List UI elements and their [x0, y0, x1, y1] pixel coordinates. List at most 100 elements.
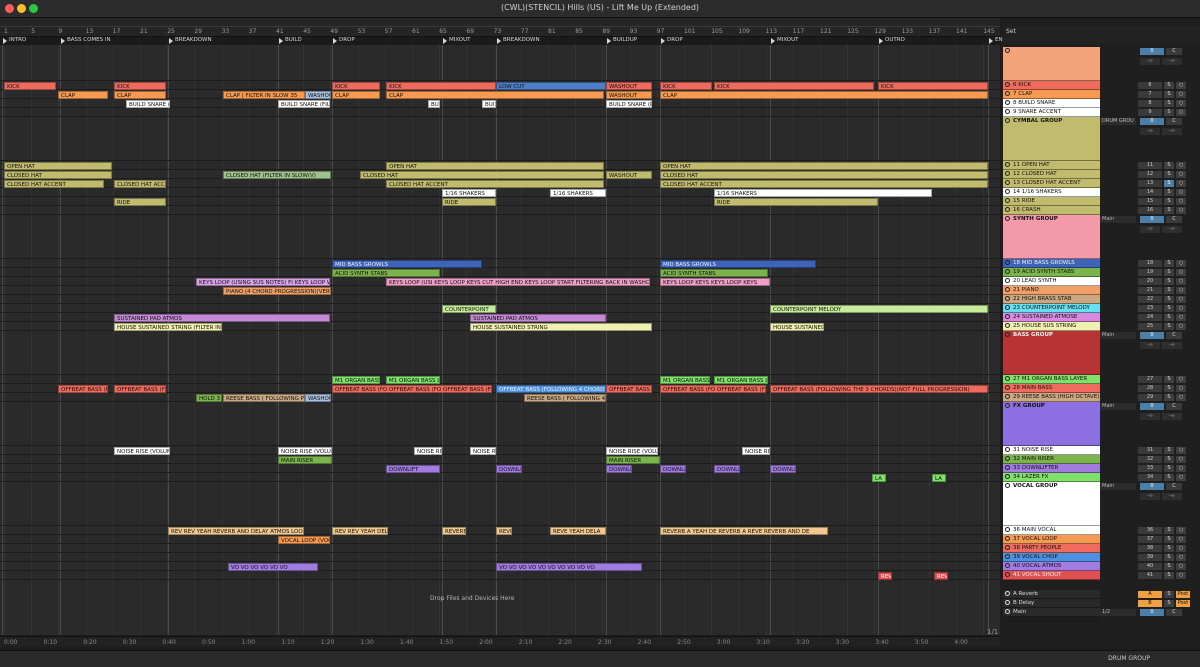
solo-button[interactable]: S	[1164, 545, 1174, 552]
track-activator-icon[interactable]	[1005, 198, 1010, 203]
clip[interactable]: BUILD SNARE (FI	[126, 99, 170, 108]
send-value[interactable]: -∞	[1162, 128, 1182, 135]
volume-value[interactable]: 0	[1140, 118, 1164, 125]
clip[interactable]: NOISE RISE	[414, 446, 442, 455]
track-header[interactable]: 16 CRASH	[1003, 206, 1100, 215]
solo-button[interactable]: S	[1164, 269, 1174, 276]
track-number-button[interactable]: 20	[1138, 278, 1162, 285]
clip[interactable]: CLOSED HAT (FILTER IN SLOW(V)	[223, 170, 331, 179]
clip[interactable]: NOISE RISE (VOLUM	[606, 446, 658, 455]
clip[interactable]: M1 ORGAN BASS LAYER	[386, 375, 440, 384]
track-number-button[interactable]: 21	[1138, 287, 1162, 294]
track-activator-icon[interactable]	[1005, 527, 1010, 532]
solo-button[interactable]: S	[1164, 198, 1174, 205]
arm-button[interactable]: ○	[1176, 287, 1186, 294]
track-header[interactable]: 22 HIGH BRASS STAB	[1003, 295, 1100, 304]
output-routing-select[interactable]: DRUM GROU	[1100, 118, 1136, 125]
track-header[interactable]: 38 PARTY PEOPLE	[1003, 544, 1100, 553]
send-value[interactable]: -∞	[1162, 58, 1182, 65]
track-number-button[interactable]: 32	[1138, 456, 1162, 463]
clip[interactable]: REV	[934, 571, 948, 580]
track-activator-icon[interactable]	[1005, 456, 1010, 461]
arm-button[interactable]: ○	[1176, 323, 1186, 330]
group-fold-icon[interactable]	[1005, 483, 1010, 488]
solo-button[interactable]: S	[1164, 109, 1174, 116]
pan-value[interactable]: C	[1166, 118, 1182, 125]
clip[interactable]: OPEN HAT	[660, 161, 988, 170]
clip[interactable]: MAIN RISER	[278, 455, 332, 464]
clip[interactable]: REV	[878, 571, 892, 580]
send-value[interactable]: -∞	[1140, 226, 1160, 233]
track-header[interactable]: 31 NOISE RISE	[1003, 446, 1100, 455]
volume-value[interactable]: 0	[1140, 48, 1164, 55]
track-activator-icon[interactable]	[1005, 323, 1010, 328]
clip[interactable]: KICK	[714, 81, 874, 90]
clip[interactable]: BUILD SNARE (FILT	[606, 99, 652, 108]
solo-button[interactable]: S	[1164, 162, 1174, 169]
arm-button[interactable]: ○	[1176, 314, 1186, 321]
track-number-button[interactable]: 13	[1138, 180, 1162, 187]
track-header[interactable]: 25 HOUSE SUS STRING	[1003, 322, 1100, 331]
solo-button[interactable]: S	[1164, 554, 1174, 561]
clip[interactable]: OFFBEAT BASS (FOLLOWING 4 CHORDS) OCT	[496, 384, 606, 393]
clip[interactable]: DOWNLIF	[606, 464, 632, 473]
clip[interactable]: CLAP	[386, 90, 604, 99]
send-value[interactable]: -∞	[1162, 413, 1182, 420]
solo-button[interactable]: S	[1164, 305, 1174, 312]
track-number-button[interactable]: 36	[1138, 527, 1162, 534]
clip[interactable]: KEYS LOOP (USI KEYS LOOP KEYS CUT HIGH E…	[386, 277, 650, 286]
locator-mixout[interactable]: MIXOUT	[442, 37, 471, 45]
track-activator-icon[interactable]	[1005, 207, 1010, 212]
locator-lane[interactable]: INTRO BASS COMES IN BREAKDOWN BUILD DROP MIXO…	[0, 37, 1007, 45]
track-activator-icon[interactable]	[1005, 260, 1010, 265]
clip[interactable]: WASHOUT	[606, 90, 652, 99]
clip[interactable]: VOCAL LOOP (VOCAL	[278, 535, 330, 544]
track-activator-icon[interactable]	[1005, 269, 1010, 274]
solo-button[interactable]: S	[1164, 296, 1174, 303]
solo-button[interactable]: S	[1164, 456, 1174, 463]
track-number-button[interactable]: 8	[1138, 100, 1162, 107]
clip[interactable]: HOUSE SUSTAINED STRING (FILTER IN SLOWLY	[114, 322, 222, 331]
group-track-header[interactable]: VOCAL GROUP	[1003, 482, 1100, 526]
track-header[interactable]: 21 PIANO	[1003, 286, 1100, 295]
clip[interactable]: REESE BASS ( FOLLOWING 4	[524, 393, 606, 402]
cue-select[interactable]: 1/2	[1100, 609, 1136, 616]
track-activator-icon[interactable]	[1005, 554, 1010, 559]
send-value[interactable]: -∞	[1140, 58, 1160, 65]
clip[interactable]: COUNTERPOINT	[442, 304, 496, 313]
track-number-button[interactable]: 12	[1138, 171, 1162, 178]
clip[interactable]: CLAP	[114, 90, 166, 99]
track-number-button[interactable]: 37	[1138, 536, 1162, 543]
clip[interactable]: NOISE RISE (VOLUME A	[114, 446, 170, 455]
arm-button[interactable]: ○	[1176, 447, 1186, 454]
track-header[interactable]: 41 VOCAL SHOUT	[1003, 571, 1100, 580]
clip[interactable]: COUNTERPOINT MELODY	[770, 304, 988, 313]
clip[interactable]: 1/16 SHAKERS	[714, 188, 932, 197]
send-value[interactable]: -∞	[1162, 493, 1182, 500]
volume-value[interactable]: 0	[1140, 403, 1164, 410]
clip[interactable]: OFFBEAT BASS (FO	[58, 384, 108, 393]
solo-button[interactable]: S	[1164, 385, 1174, 392]
arm-button[interactable]: ○	[1176, 171, 1186, 178]
clip[interactable]: LOW CUT	[496, 81, 606, 90]
locator-drop[interactable]: DROP	[332, 37, 355, 45]
track-number-button[interactable]: 9	[1138, 109, 1162, 116]
locator-breakdown[interactable]: BREAKDOWN	[168, 37, 212, 45]
post-send-button[interactable]: Post	[1176, 591, 1190, 598]
clip[interactable]: SUSTAINED PAD ATMOS	[114, 313, 330, 322]
solo-button[interactable]: S	[1164, 260, 1174, 267]
clip[interactable]: CLAP | FILTER IN SLOW 35	[223, 90, 305, 99]
clip[interactable]: NOISE RISE (VOLUME A	[278, 446, 332, 455]
track-header[interactable]: 18 MID BASS GROWLS	[1003, 259, 1100, 268]
clip[interactable]: KEYS LOOP (USING SUS NOTES) FI KEYS LOOP…	[196, 277, 330, 286]
track-header[interactable]: 9 SNARE ACCENT	[1003, 108, 1100, 117]
group-track-header[interactable]: CYMBAL GROUP	[1003, 117, 1100, 161]
output-routing-select[interactable]: Main	[1100, 403, 1136, 410]
track-header[interactable]: 28 MAIN BASS	[1003, 384, 1100, 393]
solo-button[interactable]: S	[1164, 100, 1174, 107]
locator-mixout[interactable]: MIXOUT	[770, 37, 799, 45]
track-number-button[interactable]: 22	[1138, 296, 1162, 303]
track-activator-icon[interactable]	[1005, 465, 1010, 470]
arm-button[interactable]: ○	[1176, 376, 1186, 383]
track-number-button[interactable]: 33	[1138, 465, 1162, 472]
